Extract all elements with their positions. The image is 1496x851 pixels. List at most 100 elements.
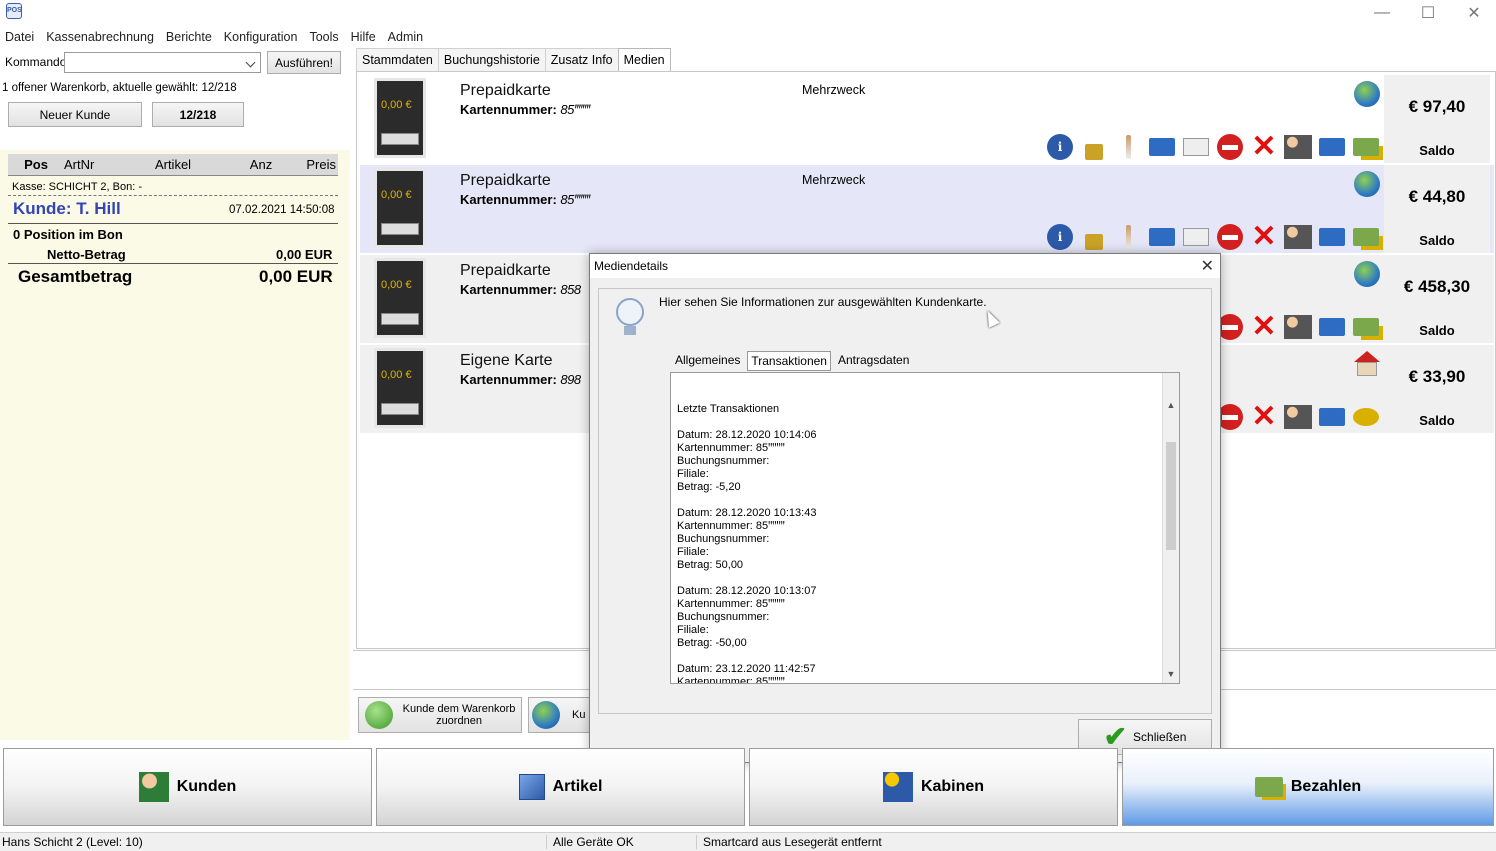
users-icon[interactable] <box>1283 312 1313 342</box>
price-column: € 458,30 Saldo <box>1384 255 1490 343</box>
unlock-icon[interactable] <box>1079 132 1109 162</box>
credit-card-icon[interactable] <box>1317 222 1347 252</box>
kabinen-label: Kabinen <box>920 778 985 795</box>
minimize-button[interactable]: — <box>1359 0 1405 26</box>
cabin-icon <box>882 772 913 802</box>
customer-tabs: Stammdaten Buchungshistorie Zusatz Info … <box>356 48 671 72</box>
credit-card-icon[interactable] <box>1147 132 1177 162</box>
neuer-kunde-button[interactable]: Neuer Kunde <box>8 102 142 127</box>
menu-admin[interactable]: Admin <box>383 28 430 46</box>
unlock-icon[interactable] <box>1079 222 1109 252</box>
card-row[interactable]: 0,00 € Prepaidkarte Kartennummer: 85ꞌꞌꞌꞌ… <box>360 165 1494 253</box>
card-type: Mehrzweck <box>802 83 866 97</box>
scroll-down-icon[interactable]: ▼ <box>1163 668 1179 681</box>
box-icon <box>518 774 545 800</box>
dialog-close-icon[interactable]: ✕ <box>1201 256 1214 276</box>
block-icon[interactable] <box>1215 132 1245 162</box>
artikel-label: Artikel <box>552 778 603 795</box>
maximize-button[interactable]: ☐ <box>1405 0 1451 26</box>
saldo-label: Saldo <box>1419 143 1455 158</box>
block-icon[interactable] <box>1215 222 1245 252</box>
credit-card-icon[interactable] <box>1317 132 1347 162</box>
card-balance: € 33,90 <box>1408 367 1466 386</box>
kunden-button[interactable]: Kunden <box>3 748 372 826</box>
money-icon[interactable] <box>1351 222 1381 252</box>
card-balance: € 97,40 <box>1408 97 1466 116</box>
menu-berichte[interactable]: Berichte <box>161 28 219 46</box>
vertical-scrollbar[interactable]: ▲ ▼ <box>1162 373 1179 683</box>
card-row[interactable]: 0,00 € Prepaidkarte Kartennummer: 85ꞌꞌꞌꞌ… <box>360 75 1494 163</box>
pen-icon[interactable] <box>1113 132 1143 162</box>
card-image: 0,00 € <box>374 258 426 338</box>
netto-label: Netto-Betrag <box>47 247 126 262</box>
users-icon[interactable] <box>1283 222 1313 252</box>
menu-konfiguration[interactable]: Konfiguration <box>219 28 305 46</box>
divider <box>8 195 338 196</box>
price-column: € 44,80 Saldo <box>1384 165 1490 253</box>
mediendetails-dialog: Mediendetails ✕ Hier sehen Sie Informati… <box>589 253 1221 763</box>
globe-icon <box>532 701 560 729</box>
close-button[interactable]: ✕ <box>1451 0 1496 26</box>
credit-card-icon[interactable] <box>1317 312 1347 342</box>
checkmark-icon: ✔ <box>1103 721 1128 752</box>
tab-antragsdaten[interactable]: Antragsdaten <box>835 351 912 371</box>
card-balance: € 44,80 <box>1408 187 1466 206</box>
card-actions: ✕ <box>1215 312 1381 342</box>
status-bar: Hans Schicht 2 (Level: 10) Alle Geräte O… <box>0 832 1496 851</box>
house-icon <box>1354 351 1380 377</box>
tab-buchungshistorie[interactable]: Buchungshistorie <box>437 48 546 71</box>
kommando-label: Kommando <box>5 55 67 69</box>
zuordnen-button[interactable]: Kunde dem Warenkorb zuordnen <box>358 697 522 733</box>
credit-card-icon[interactable] <box>1317 402 1347 432</box>
mail-icon[interactable] <box>1181 132 1211 162</box>
pen-icon[interactable] <box>1113 222 1143 252</box>
kommando-input[interactable] <box>64 52 261 73</box>
title-bar <box>0 0 1496 26</box>
netto-value: 0,00 EUR <box>276 247 333 262</box>
users-icon[interactable] <box>1283 132 1313 162</box>
money-icon[interactable] <box>1351 402 1381 432</box>
menu-hilfe[interactable]: Hilfe <box>346 28 383 46</box>
card-name: Prepaidkarte <box>460 82 551 99</box>
menu-tools[interactable]: Tools <box>304 28 345 46</box>
bezahlen-label: Bezahlen <box>1290 778 1362 795</box>
kabinen-button[interactable]: Kabinen <box>749 748 1118 826</box>
money-icon[interactable] <box>1351 312 1381 342</box>
tab-transaktionen[interactable]: Transaktionen <box>747 351 831 371</box>
info-icon[interactable]: i <box>1045 222 1075 252</box>
scroll-up-icon[interactable]: ▲ <box>1163 399 1179 412</box>
delete-icon[interactable]: ✕ <box>1249 402 1279 432</box>
menu-datei[interactable]: Datei <box>0 28 41 46</box>
tab-zusatz-info[interactable]: Zusatz Info <box>544 48 619 71</box>
delete-icon[interactable]: ✕ <box>1249 222 1279 252</box>
delete-icon[interactable]: ✕ <box>1249 312 1279 342</box>
saldo-label: Saldo <box>1419 413 1455 428</box>
bon-datetime: 07.02.2021 14:50:08 <box>229 204 335 216</box>
credit-card-icon[interactable] <box>1147 222 1177 252</box>
card-name: Eigene Karte <box>460 352 553 369</box>
info-icon[interactable]: i <box>1045 132 1075 162</box>
scroll-thumb[interactable] <box>1166 442 1176 550</box>
kasse-info: Kasse: SCHICHT 2, Bon: - <box>12 181 143 193</box>
delete-icon[interactable]: ✕ <box>1249 132 1279 162</box>
card-number: Kartennummer: 85ꞌꞌꞌꞌꞌꞌꞌꞌ <box>460 102 590 117</box>
status-user: Hans Schicht 2 (Level: 10) <box>2 835 143 849</box>
artikel-button[interactable]: Artikel <box>376 748 745 826</box>
zuordnen-label: Kunde dem Warenkorb zuordnen <box>402 703 516 727</box>
card-actions: ✕ <box>1215 402 1381 432</box>
bezahlen-button[interactable]: Bezahlen <box>1122 748 1494 826</box>
saldo-label: Saldo <box>1419 323 1455 338</box>
tab-medien[interactable]: Medien <box>617 48 671 72</box>
tab-allgemeines[interactable]: Allgemeines <box>672 351 743 371</box>
kunde-web-button[interactable]: Ku <box>528 697 592 733</box>
mail-icon[interactable] <box>1181 222 1211 252</box>
money-icon[interactable] <box>1351 132 1381 162</box>
menu-kassenabrechnung[interactable]: Kassenabrechnung <box>41 28 161 46</box>
transactions-text: Letzte Transaktionen Datum: 28.12.2020 1… <box>677 403 817 684</box>
tab-stammdaten[interactable]: Stammdaten <box>356 48 439 71</box>
users-icon[interactable] <box>1283 402 1313 432</box>
globe-icon <box>1354 171 1380 197</box>
transactions-textarea[interactable]: Letzte Transaktionen Datum: 28.12.2020 1… <box>670 372 1180 684</box>
ausfuehren-button[interactable]: Ausführen! <box>267 51 341 74</box>
warenkorb-button[interactable]: 12/218 <box>152 102 244 127</box>
